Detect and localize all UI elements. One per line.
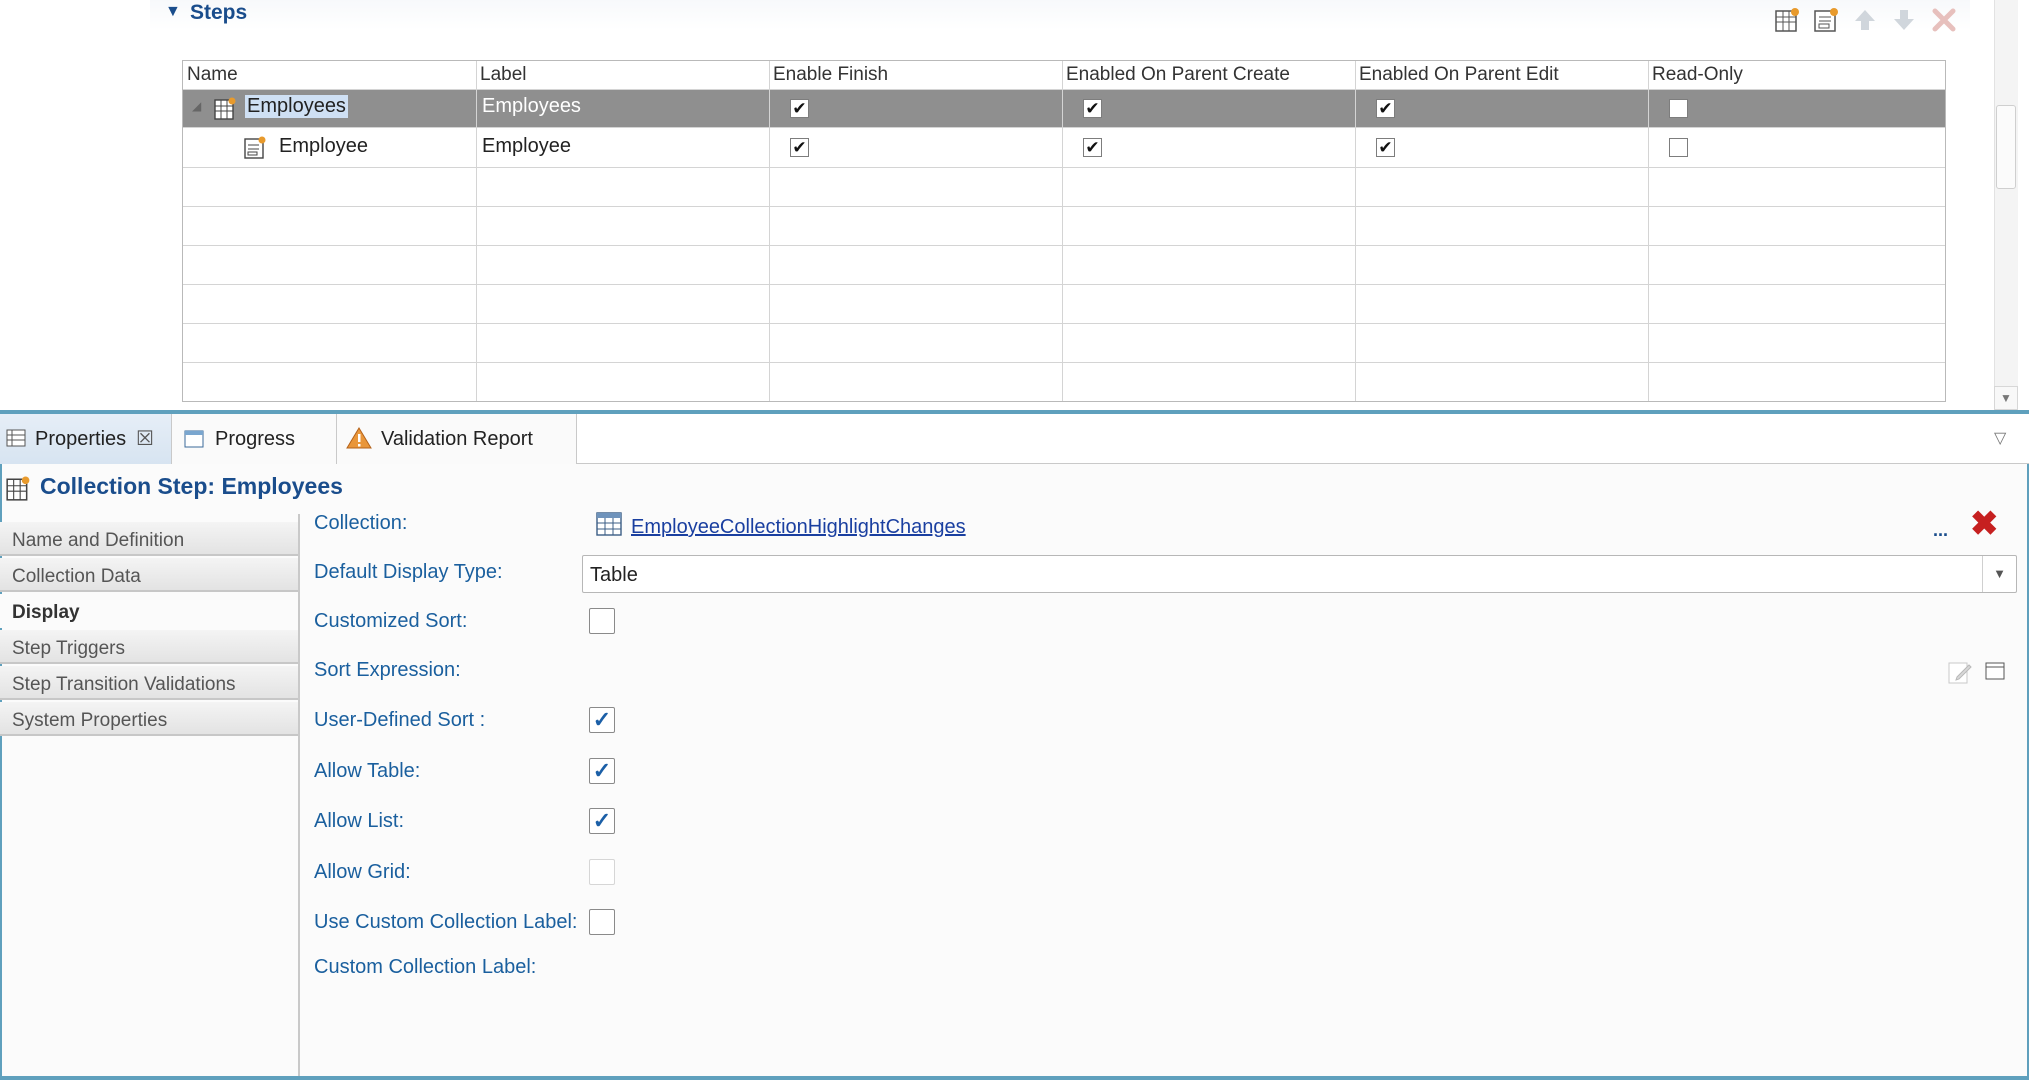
allow-grid-checkbox[interactable] — [589, 859, 615, 885]
column-separator — [1062, 61, 1063, 401]
sidebar-item-collection-data[interactable]: Collection Data — [0, 558, 300, 592]
sidebar-item-step-triggers[interactable]: Step Triggers — [0, 630, 300, 664]
custom-collection-label-label: Custom Collection Label: — [314, 956, 537, 978]
collection-step-icon — [213, 97, 237, 121]
move-up-icon[interactable] — [1851, 6, 1879, 34]
progress-icon — [184, 430, 204, 454]
collection-table-icon — [596, 512, 622, 541]
sidebar-item-system-properties[interactable]: System Properties — [0, 702, 300, 736]
collection-label: Collection: — [314, 512, 408, 534]
scrollbar-thumb[interactable] — [1996, 105, 2016, 189]
sidebar-item-name-and-definition[interactable]: Name and Definition — [0, 522, 300, 556]
allow-grid-label: Allow Grid: — [314, 861, 411, 883]
scroll-down-arrow-icon[interactable]: ▼ — [1994, 386, 2018, 410]
warning-icon — [345, 426, 373, 456]
customized-sort-checkbox[interactable] — [589, 608, 615, 634]
column-header-name[interactable]: Name — [187, 64, 238, 86]
row-divider — [183, 167, 1945, 168]
sidebar-divider — [298, 514, 300, 734]
step-label-cell[interactable]: Employee — [482, 135, 571, 158]
add-step-icon[interactable] — [1812, 6, 1840, 34]
customized-sort-label: Customized Sort: — [314, 610, 468, 632]
read-only-checkbox[interactable] — [1669, 138, 1688, 157]
sidebar-divider — [298, 732, 300, 1080]
tree-expand-icon[interactable]: ◢ — [192, 99, 201, 113]
edit-expression-icon[interactable] — [1947, 659, 1973, 690]
steps-section-header — [150, 0, 1970, 30]
view-tab-bar: Properties ☒ Progress Validation Report — [0, 414, 2029, 464]
add-collection-step-icon[interactable] — [1773, 6, 1801, 34]
enabled-on-parent-edit-checkbox[interactable]: ✔ — [1376, 138, 1395, 157]
tab-label: Properties — [35, 428, 127, 450]
maximize-icon[interactable] — [1985, 662, 2005, 685]
step-icon — [243, 136, 267, 160]
user-defined-sort-checkbox[interactable]: ✓ — [589, 707, 615, 733]
row-divider — [183, 245, 1945, 246]
tab-validation-report[interactable]: Validation Report — [337, 414, 577, 464]
steps-table: Name Label Enable Finish Enabled On Pare… — [182, 60, 1946, 402]
step-label-cell[interactable]: Employees — [482, 95, 581, 118]
allow-table-checkbox[interactable]: ✓ — [589, 758, 615, 784]
properties-title: Collection Step: Employees — [40, 473, 343, 499]
collection-link[interactable]: EmployeeCollectionHighlightChanges — [631, 516, 966, 539]
vertical-scrollbar[interactable] — [1994, 0, 2018, 412]
row-divider — [183, 323, 1945, 324]
collapse-caret-icon[interactable]: ▼ — [165, 3, 181, 21]
enable-finish-checkbox[interactable]: ✔ — [790, 99, 809, 118]
row-divider — [183, 89, 1945, 90]
clear-collection-icon[interactable]: ✖ — [1970, 506, 1999, 542]
allow-list-label: Allow List: — [314, 810, 405, 832]
column-header-enable-finish[interactable]: Enable Finish — [773, 64, 888, 86]
row-divider — [183, 206, 1945, 207]
use-custom-collection-label-label: Use Custom Collection Label: — [314, 911, 578, 933]
column-separator — [1648, 61, 1649, 401]
properties-icon — [6, 429, 26, 453]
delete-icon[interactable] — [1930, 6, 1958, 34]
use-custom-collection-label-checkbox[interactable] — [589, 909, 615, 935]
close-icon[interactable]: ☒ — [136, 426, 154, 451]
sidebar-item-display[interactable]: Display — [0, 594, 300, 628]
enabled-on-parent-edit-checkbox[interactable]: ✔ — [1376, 99, 1395, 118]
select-value: Table — [590, 564, 638, 586]
column-separator — [1355, 61, 1356, 401]
read-only-checkbox[interactable] — [1669, 99, 1688, 118]
collection-step-icon — [5, 476, 31, 507]
step-name-cell[interactable]: Employees — [245, 95, 348, 118]
column-header-enabled-on-parent-edit[interactable]: Enabled On Parent Edit — [1359, 64, 1559, 86]
tab-label: Progress — [215, 428, 296, 450]
allow-table-label: Allow Table: — [314, 760, 421, 782]
tab-properties[interactable]: Properties ☒ — [0, 414, 172, 464]
view-menu-chevron-icon[interactable]: ▽ — [1994, 428, 2006, 448]
tab-progress[interactable]: Progress — [172, 414, 337, 464]
browse-collection-button[interactable]: ... — [1933, 520, 1948, 541]
chevron-down-icon[interactable]: ▼ — [1982, 556, 2016, 592]
row-divider — [183, 127, 1945, 128]
enabled-on-parent-create-checkbox[interactable]: ✔ — [1083, 138, 1102, 157]
row-divider — [183, 362, 1945, 363]
row-divider — [183, 284, 1945, 285]
step-name-cell[interactable]: Employee — [279, 135, 368, 158]
tab-label: Validation Report — [381, 428, 533, 450]
panel-bottom-border — [0, 1076, 2029, 1080]
column-separator — [476, 61, 477, 401]
sidebar-item-step-transition-validations[interactable]: Step Transition Validations — [0, 666, 300, 700]
steps-section-title[interactable]: Steps — [190, 1, 247, 25]
default-display-type-select[interactable]: Table ▼ — [582, 555, 2017, 593]
allow-list-checkbox[interactable]: ✓ — [589, 808, 615, 834]
column-header-read-only[interactable]: Read-Only — [1652, 64, 1743, 86]
column-header-enabled-on-parent-create[interactable]: Enabled On Parent Create — [1066, 64, 1290, 86]
enabled-on-parent-create-checkbox[interactable]: ✔ — [1083, 99, 1102, 118]
default-display-type-label: Default Display Type: — [314, 561, 503, 583]
sort-expression-label: Sort Expression: — [314, 659, 461, 681]
enable-finish-checkbox[interactable]: ✔ — [790, 138, 809, 157]
column-header-label[interactable]: Label — [480, 64, 527, 86]
user-defined-sort-label: User-Defined Sort : — [314, 709, 486, 731]
column-separator — [769, 61, 770, 401]
move-down-icon[interactable] — [1890, 6, 1918, 34]
